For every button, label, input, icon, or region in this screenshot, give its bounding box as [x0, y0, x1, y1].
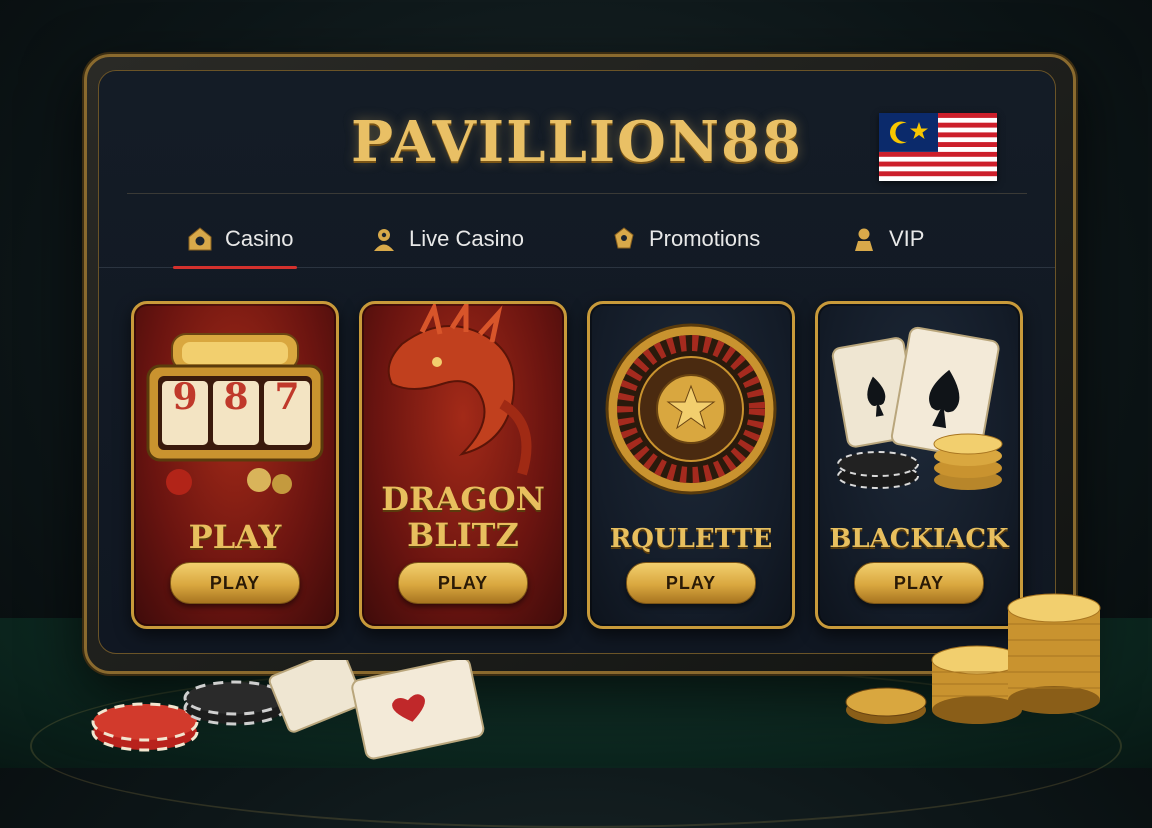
main-nav: Casino Live Casino Promotions VIP	[99, 211, 1055, 269]
game-tile-blackjack[interactable]: BLACKIACK PLAY	[815, 301, 1023, 629]
header: PAVILLION88	[99, 71, 1055, 193]
reel-3: 7	[274, 376, 300, 418]
nav-item-live-casino[interactable]: Live Casino	[371, 211, 524, 267]
game-title: BLACKIACK	[829, 524, 1009, 554]
game-title: PLAY	[188, 518, 282, 556]
person-icon	[855, 228, 873, 251]
game-tile-dragon-blitz[interactable]: DRAGON BLITZ PLAY	[359, 301, 567, 629]
nav-item-casino[interactable]: Casino	[172, 211, 298, 269]
house-icon	[188, 227, 212, 251]
nav-label-casino: Casino	[225, 226, 294, 251]
dragon-icon	[387, 304, 532, 476]
game-title: RQULETTE	[609, 524, 773, 554]
nav-label-vip: VIP	[889, 226, 925, 251]
roulette-wheel-icon	[605, 323, 777, 495]
header-divider	[127, 193, 1027, 194]
nav-item-vip[interactable]: VIP	[851, 211, 924, 267]
game-tile-slots[interactable]: 9 8 7 PLAY PLAY	[131, 301, 339, 629]
nav-item-promotions[interactable]: Promotions	[611, 211, 760, 267]
play-button[interactable]: PLAY	[626, 562, 756, 604]
reel-2: 8	[223, 376, 249, 418]
game-tile-roulette[interactable]: RQULETTE PLAY	[587, 301, 795, 629]
gift-icon	[614, 227, 634, 249]
app-screen: PAVILLION88 Casino Live Casino Promotion…	[98, 70, 1056, 654]
play-button[interactable]: PLAY	[170, 562, 300, 604]
game-title-line-2: BLITZ	[407, 516, 519, 554]
dealer-icon	[374, 229, 394, 251]
gold-coin-stacks-decoration	[845, 593, 1101, 724]
malaysia-flag-icon[interactable]	[879, 113, 997, 181]
cards-and-chips-icon	[831, 326, 1003, 490]
nav-label-live-casino: Live Casino	[409, 226, 524, 251]
chips-and-cards-decoration	[91, 660, 485, 760]
reel-1: 9	[172, 376, 198, 418]
game-title-line-1: DRAGON	[381, 480, 545, 518]
nav-label-promotions: Promotions	[649, 226, 761, 251]
play-button[interactable]: PLAY	[398, 562, 528, 604]
